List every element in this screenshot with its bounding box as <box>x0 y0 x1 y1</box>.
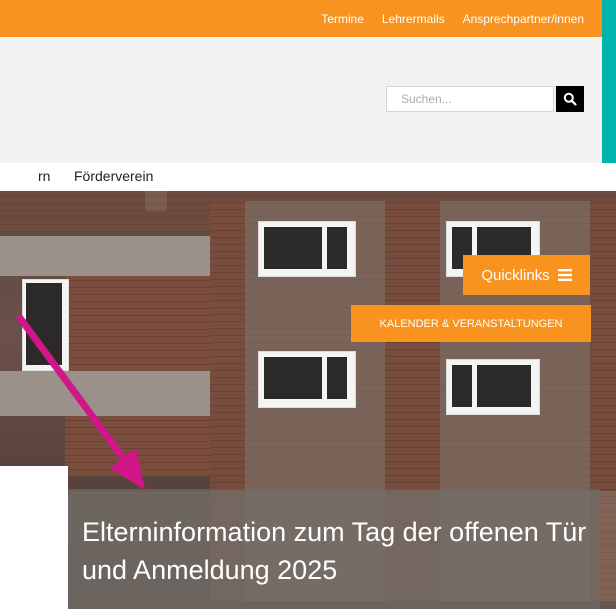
caption-title: Elterninformation zum Tag der offenen Tü… <box>82 517 587 585</box>
quicklinks-button[interactable]: Quicklinks <box>463 255 590 295</box>
nav-item-foerderverein[interactable]: Förderverein <box>74 168 153 184</box>
nav-item-partial[interactable]: rn <box>38 168 50 184</box>
search-input[interactable] <box>386 86 554 112</box>
top-bar: Termine Lehrermails Ansprechpartner/inne… <box>0 0 602 37</box>
search-box <box>386 86 584 112</box>
search-button[interactable] <box>556 86 584 112</box>
top-link-lehrermails[interactable]: Lehrermails <box>382 12 445 26</box>
top-link-termine[interactable]: Termine <box>321 12 364 26</box>
news-caption[interactable]: Elterninformation zum Tag der offenen Tü… <box>68 489 600 609</box>
main-nav: rn Förderverein <box>0 163 616 192</box>
top-links: Termine Lehrermails Ansprechpartner/inne… <box>321 0 584 37</box>
top-link-ansprechpartner[interactable]: Ansprechpartner/innen <box>463 12 584 26</box>
hamburger-icon <box>557 269 572 281</box>
quicklinks-label: Quicklinks <box>481 266 550 284</box>
search-icon <box>563 92 577 106</box>
kalender-button[interactable]: KALENDER & VERANSTALTUNGEN <box>351 305 591 342</box>
page-background <box>0 466 68 609</box>
